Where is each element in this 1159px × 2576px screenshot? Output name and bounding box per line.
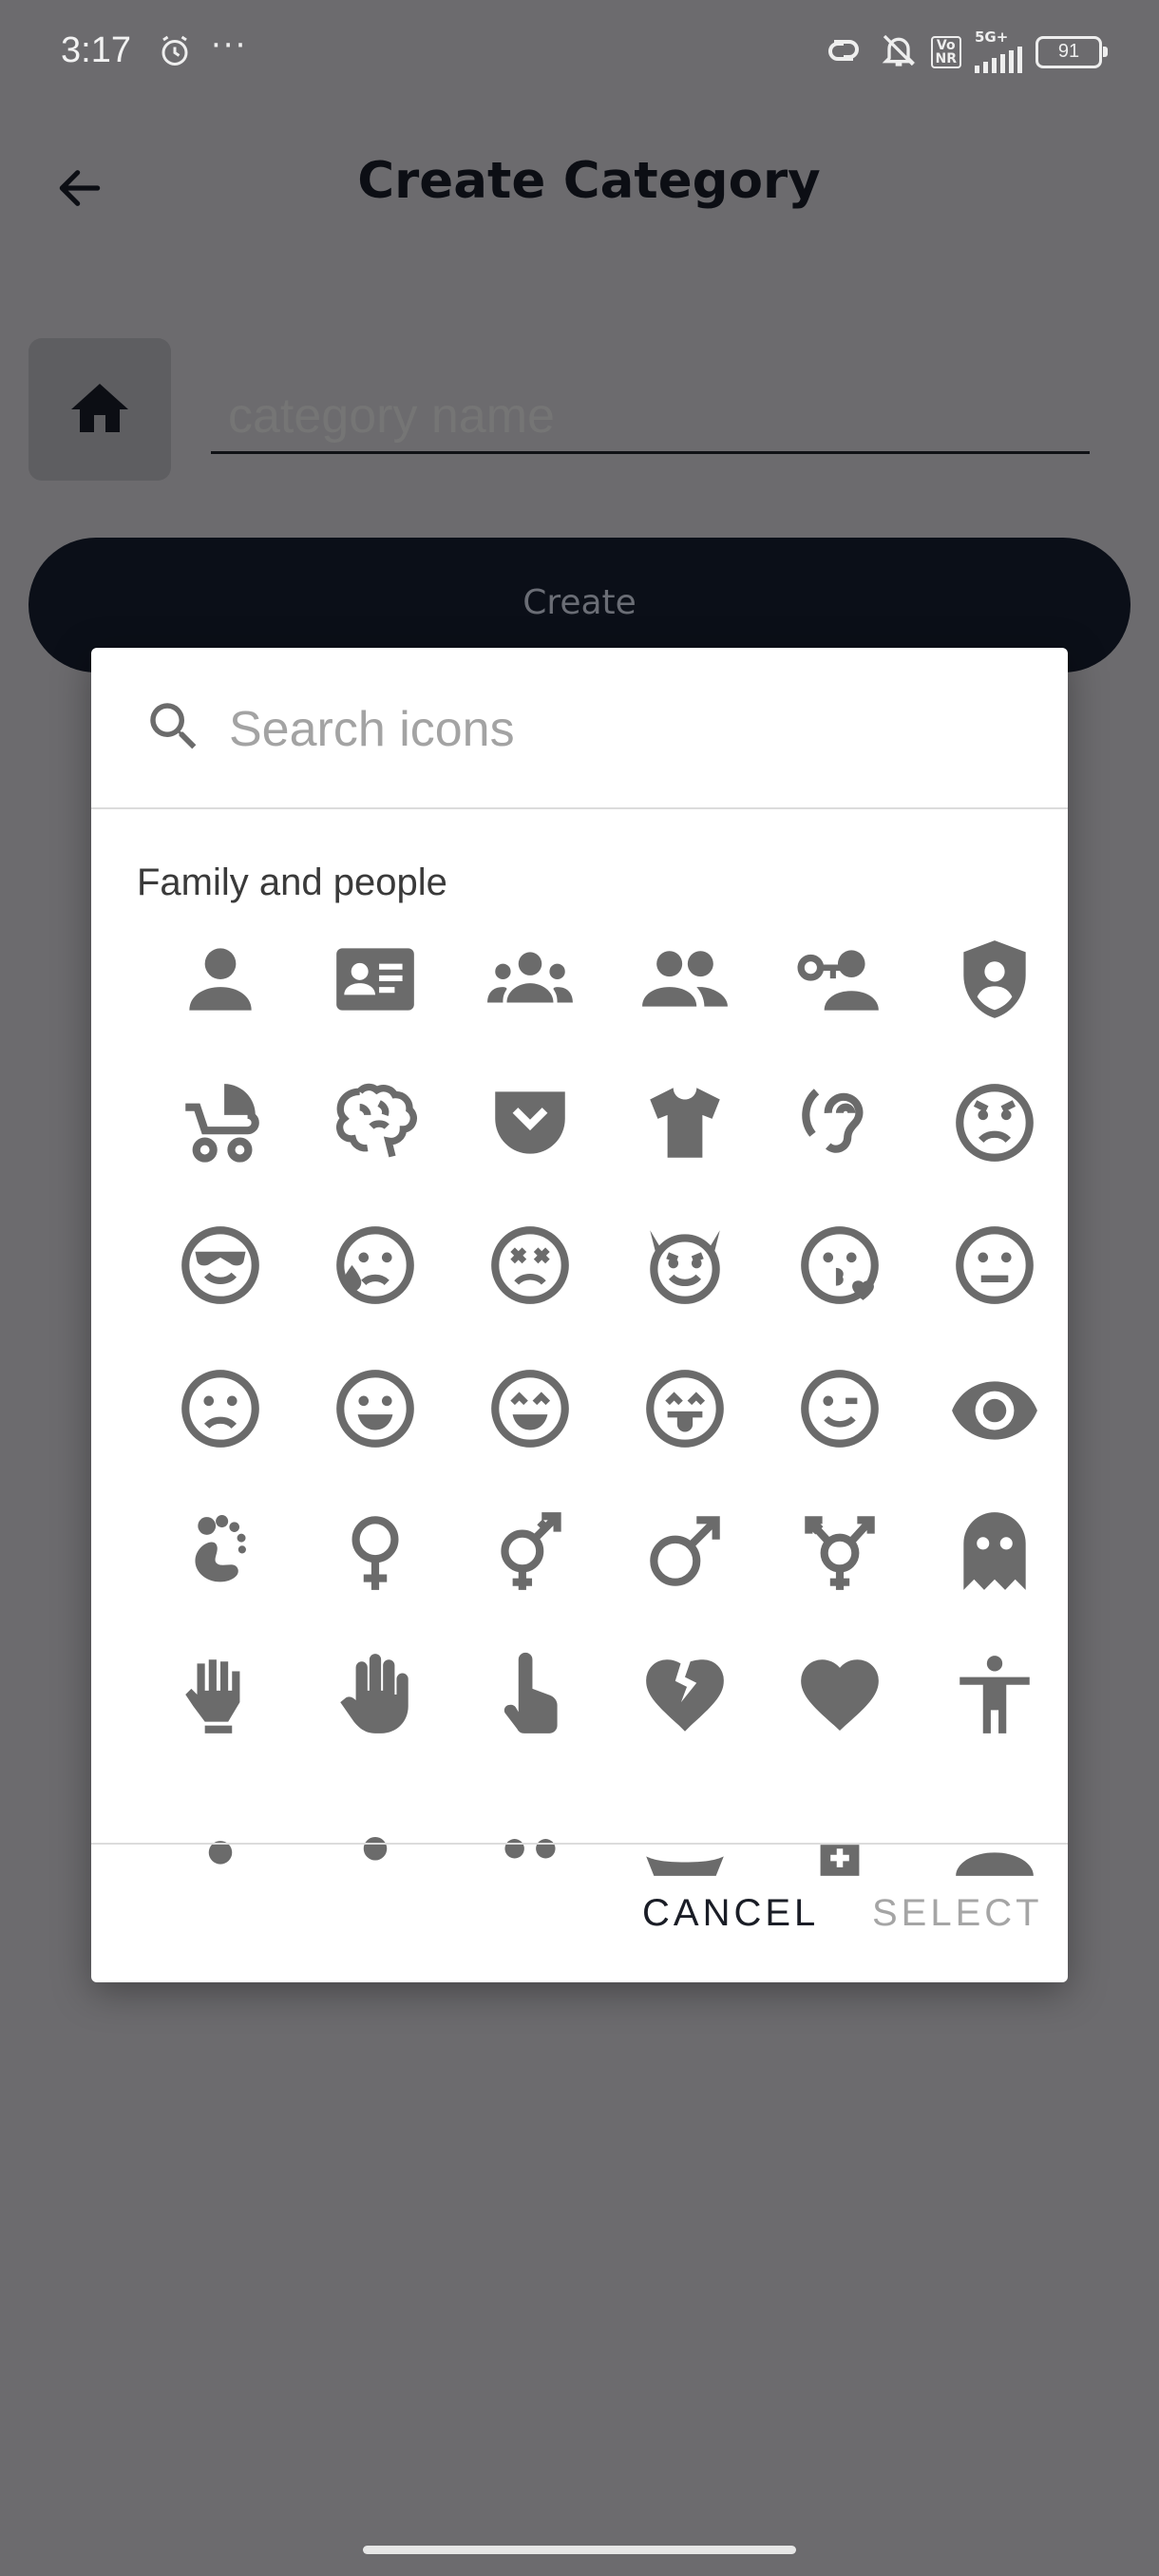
icon-option[interactable] [917,933,1068,1076]
icon-option[interactable] [607,1362,762,1506]
sad-face-icon [180,1369,259,1448]
category-name-input[interactable] [211,380,1090,454]
status-time: 3:17 [61,30,131,70]
devil-face-icon [649,1230,720,1304]
section-title: Family and people [137,862,447,903]
touch-icon [504,1652,558,1733]
stroller-icon [184,1083,259,1163]
icon-option[interactable] [607,1505,762,1648]
search-icon [150,703,197,749]
icon-option[interactable] [297,1505,452,1648]
hearing-icon [801,1088,863,1153]
home-icon [71,384,128,432]
angry-face-icon [955,1083,1034,1162]
icon-option[interactable] [297,1648,452,1791]
footprint-icon [194,1515,246,1582]
signal-icon: 5G+ [975,30,1022,73]
people-icon [641,951,728,1007]
icon-option[interactable] [142,933,297,1076]
volte-badge: Vo NR [930,35,961,68]
icon-option[interactable] [607,1076,762,1220]
dialog-actions: CANCEL SELECT [91,1843,1068,1982]
icon-grid [142,933,1068,1883]
icon-option[interactable] [452,1505,607,1648]
category-icon-button[interactable] [28,338,171,481]
broken-heart-icon [645,1658,724,1732]
icon-option[interactable] [917,1076,1068,1220]
icon-option[interactable] [297,933,452,1076]
icon-option[interactable] [142,1648,297,1791]
icon-option[interactable] [452,1648,607,1791]
icon-option[interactable] [142,1505,297,1648]
tongue-face-icon [645,1369,724,1448]
wink-face-icon [800,1369,879,1448]
icon-picker-dialog: Family and people CANCEL SELECT [91,648,1068,1982]
status-icons: Vo NR 5G+ 91 [821,30,1108,73]
smile-face-icon [335,1369,414,1448]
search-icons-input[interactable] [227,695,1010,764]
icon-grid-scroll[interactable] [91,933,1068,1883]
page-title: Create Category [357,152,821,210]
icon-option[interactable] [142,1362,297,1506]
happy-face-icon [490,1369,569,1448]
kissing-face-icon [800,1226,879,1304]
icon-option[interactable] [607,933,762,1076]
link-icon [821,34,866,70]
alarm-icon [158,34,192,72]
search-bar [91,648,1068,809]
dizzy-face-icon [490,1226,569,1304]
icon-option[interactable] [452,1362,607,1506]
icon-option[interactable] [917,1648,1068,1791]
person-icon [188,948,252,1011]
icon-option[interactable] [917,1505,1068,1648]
icon-option[interactable] [607,1648,762,1791]
battery-indicator: 91 [1036,35,1108,68]
icon-option[interactable] [452,1219,607,1362]
icon-option[interactable] [762,1362,917,1506]
eye-icon [951,1380,1037,1440]
shirt-icon [649,1087,720,1158]
shield-person-icon [962,940,1026,1018]
icon-option[interactable] [762,1505,917,1648]
groups-icon [486,952,573,1003]
male-icon [649,1516,720,1586]
icon-option[interactable] [452,1076,607,1220]
heart-icon [800,1658,879,1731]
icon-option[interactable] [297,1076,452,1220]
cancel-button[interactable]: CANCEL [642,1892,819,1935]
icon-option[interactable] [762,1076,917,1220]
icon-option[interactable] [917,1219,1068,1362]
muted-bell-icon [880,31,918,73]
select-button[interactable]: SELECT [872,1892,1043,1935]
transgender-icon [500,1512,561,1590]
icon-option[interactable] [452,933,607,1076]
icon-option[interactable] [762,933,917,1076]
raised-hand-icon [339,1653,408,1733]
icon-option[interactable] [917,1362,1068,1506]
key-person-icon [796,950,879,1011]
network-type: 5G+ [975,28,1009,46]
accessibility-icon [959,1655,1030,1733]
ghost-icon [962,1512,1026,1590]
female-icon [352,1516,398,1590]
icon-option[interactable] [142,1076,297,1220]
psychology-icon [335,1083,417,1157]
more-notifications-icon: ··· [211,27,248,65]
icon-option[interactable] [762,1648,917,1791]
icon-option[interactable] [297,1219,452,1362]
icon-option[interactable] [762,1219,917,1362]
home-indicator[interactable] [363,2546,796,2554]
pocket-icon [494,1090,565,1154]
badge-icon [335,948,414,1011]
crying-face-icon [335,1226,414,1304]
glove-hand-icon [184,1658,239,1733]
neutral-face-icon [955,1226,1034,1304]
transgender-symbol-icon [804,1516,875,1590]
icon-option[interactable] [607,1219,762,1362]
icon-option[interactable] [142,1219,297,1362]
icon-option[interactable] [297,1362,452,1506]
sunglasses-face-icon [180,1226,259,1304]
